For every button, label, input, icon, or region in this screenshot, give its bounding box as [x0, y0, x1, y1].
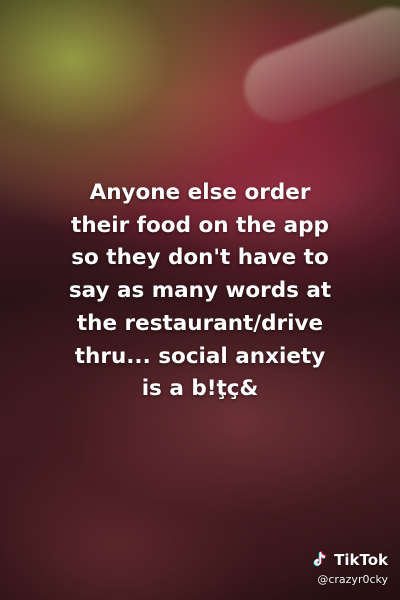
caption-text: Anyone else order their food on the app … — [68, 180, 332, 402]
video-frame: Anyone else order their food on the app … — [0, 0, 400, 600]
tiktok-watermark: TikTok @crazyr0cky — [310, 550, 388, 586]
tiktok-note-icon — [310, 550, 330, 570]
background-finger — [233, 0, 400, 134]
tiktok-brand-label: TikTok — [334, 551, 388, 569]
creator-handle: @crazyr0cky — [317, 573, 388, 586]
tiktok-brand-row: TikTok — [310, 550, 388, 570]
